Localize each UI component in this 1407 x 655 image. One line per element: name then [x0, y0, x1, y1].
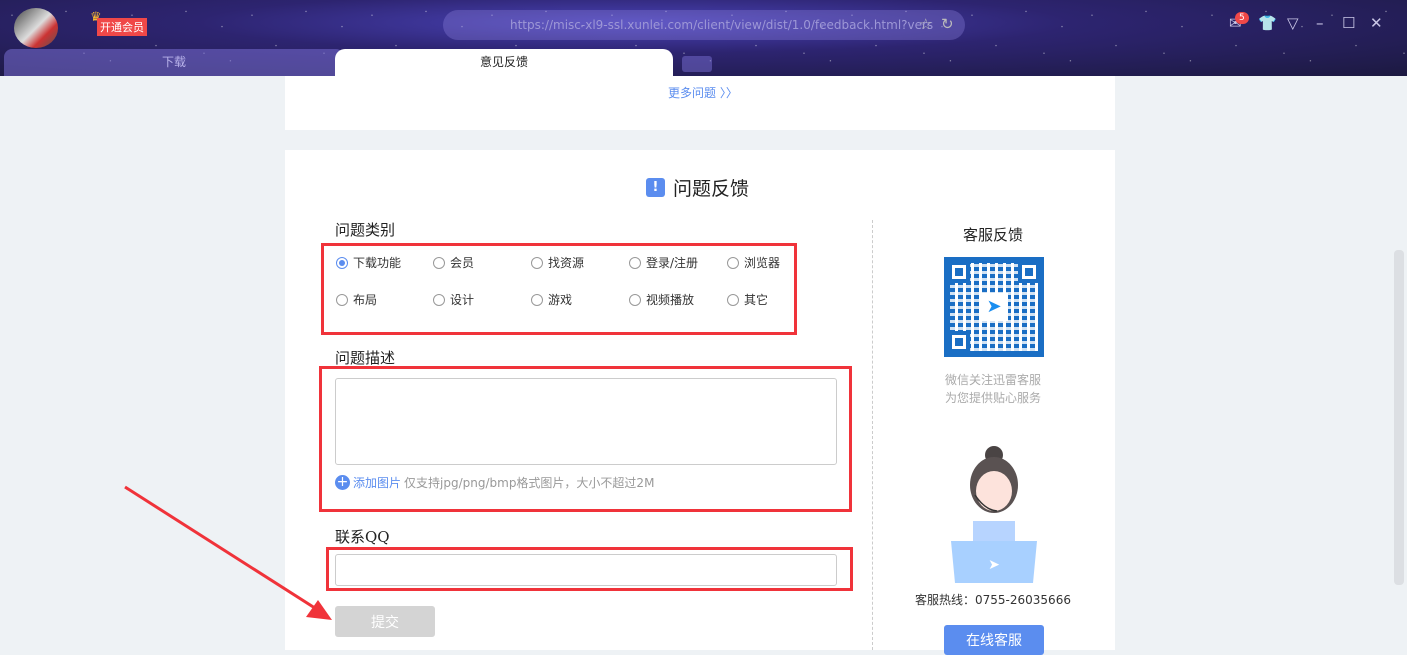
radio-label: 其它: [744, 291, 768, 308]
menu-icon[interactable]: ▽: [1287, 14, 1299, 32]
category-radio[interactable]: 游戏: [531, 291, 572, 308]
column-divider: [872, 220, 873, 650]
close-icon[interactable]: ✕: [1370, 14, 1383, 32]
tab-label: 意见反馈: [480, 55, 528, 69]
add-image-link[interactable]: 添加图片: [353, 474, 401, 491]
image-hint: 仅支持jpg/png/bmp格式图片，大小不超过2M: [404, 474, 654, 491]
radio-label: 浏览器: [744, 254, 780, 271]
category-label: 问题类别: [335, 219, 395, 240]
tab-label: 下载: [162, 55, 186, 69]
radio-label: 游戏: [548, 291, 572, 308]
new-tab-button[interactable]: [682, 56, 712, 72]
category-radio[interactable]: 视频播放: [629, 291, 694, 308]
service-title: 客服反馈: [883, 224, 1103, 245]
add-image-row: + 添加图片 仅支持jpg/png/bmp格式图片，大小不超过2M: [335, 474, 654, 491]
radio-label: 下载功能: [353, 254, 401, 271]
radio-label: 登录/注册: [646, 254, 698, 271]
mail-badge: 5: [1235, 12, 1249, 24]
submit-button[interactable]: 提交: [335, 606, 435, 637]
description-input[interactable]: [335, 378, 837, 465]
category-radio[interactable]: 下载功能: [336, 254, 401, 271]
feedback-title: ! 问题反馈: [646, 174, 749, 201]
skin-icon[interactable]: 👕: [1258, 14, 1277, 32]
radio-circle[interactable]: [629, 294, 641, 306]
minimize-icon[interactable]: –: [1316, 14, 1324, 32]
tab-feedback[interactable]: 意见反馈: [335, 49, 673, 76]
radio-label: 找资源: [548, 254, 584, 271]
scrollbar[interactable]: [1394, 250, 1404, 585]
hotline: 客服热线：0755-26035666: [883, 591, 1103, 608]
category-radio[interactable]: 找资源: [531, 254, 584, 271]
radio-circle[interactable]: [336, 294, 348, 306]
description-label: 问题描述: [335, 347, 395, 368]
radio-circle[interactable]: [433, 257, 445, 269]
category-radio[interactable]: 其它: [727, 291, 768, 308]
category-radio[interactable]: 登录/注册: [629, 254, 698, 271]
xunlei-bird-icon: ➤: [980, 293, 1008, 321]
maximize-icon[interactable]: ☐: [1342, 14, 1355, 32]
plus-icon[interactable]: +: [335, 475, 350, 490]
star-icon[interactable]: ☆: [919, 15, 932, 33]
user-avatar[interactable]: [14, 8, 58, 48]
radio-circle[interactable]: [629, 257, 641, 269]
exclamation-icon: !: [646, 178, 665, 197]
wechat-qr-code: ➤: [944, 257, 1044, 357]
tab-download[interactable]: 下载: [4, 49, 344, 76]
url-text: https://misc-xl9-ssl.xunlei.com/client/v…: [510, 18, 933, 32]
vip-button[interactable]: 开通会员: [97, 18, 147, 36]
qr-caption-2: 为您提供贴心服务: [883, 389, 1103, 406]
qq-input[interactable]: [335, 554, 837, 586]
category-radio[interactable]: 设计: [433, 291, 474, 308]
radio-circle[interactable]: [531, 294, 543, 306]
title-bar: ♛ 开通会员 https://misc-xl9-ssl.xunlei.com/c…: [0, 0, 1407, 76]
radio-circle[interactable]: [727, 257, 739, 269]
radio-circle[interactable]: [336, 257, 348, 269]
qq-label: 联系QQ: [335, 526, 390, 547]
customer-service-illustration: ➤: [945, 445, 1043, 583]
online-service-button[interactable]: 在线客服: [944, 625, 1044, 655]
refresh-icon[interactable]: ↻: [941, 15, 954, 33]
radio-label: 会员: [450, 254, 474, 271]
radio-circle[interactable]: [531, 257, 543, 269]
radio-label: 视频播放: [646, 291, 694, 308]
more-questions-link[interactable]: 更多问题 〉〉: [668, 84, 738, 101]
address-bar[interactable]: https://misc-xl9-ssl.xunlei.com/client/v…: [443, 10, 965, 40]
radio-circle[interactable]: [433, 294, 445, 306]
svg-text:➤: ➤: [988, 557, 1000, 573]
category-radio[interactable]: 布局: [336, 291, 377, 308]
category-radio[interactable]: 浏览器: [727, 254, 780, 271]
category-radio[interactable]: 会员: [433, 254, 474, 271]
qr-caption-1: 微信关注迅雷客服: [883, 371, 1103, 388]
radio-label: 设计: [450, 291, 474, 308]
title-text: 问题反馈: [673, 174, 749, 201]
radio-circle[interactable]: [727, 294, 739, 306]
radio-label: 布局: [353, 291, 377, 308]
